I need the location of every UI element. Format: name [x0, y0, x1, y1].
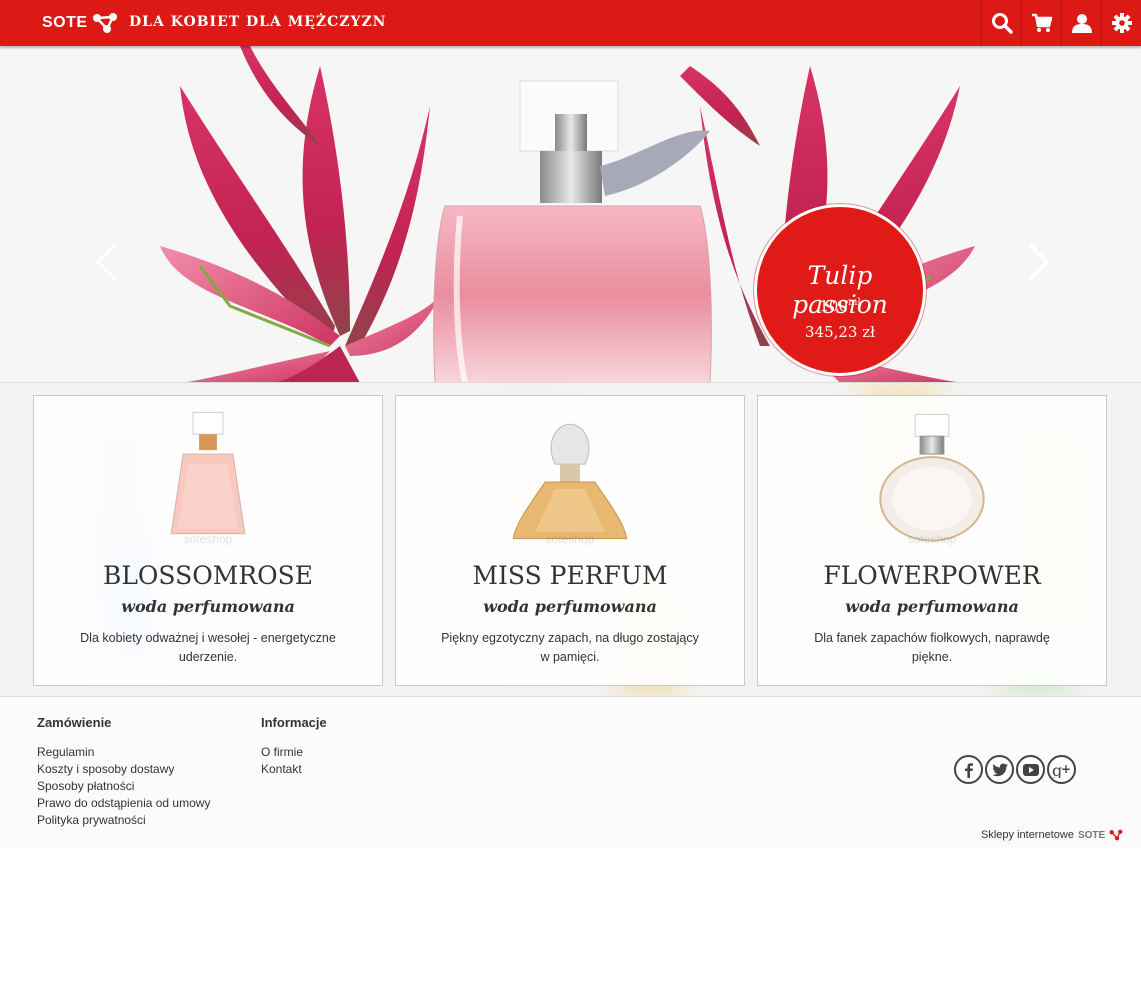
sote-mark-icon [1109, 829, 1123, 841]
product-name: FLOWERPOWER [823, 561, 1041, 590]
product-description: Piękny egzotyczny zapach, na długo zosta… [441, 631, 699, 664]
product-image [879, 413, 985, 542]
facebook-button[interactable] [954, 755, 983, 784]
product-subtitle: woda perfumowana [483, 597, 657, 616]
settings-button[interactable] [1101, 0, 1141, 46]
footer-heading: Zamówienie [37, 715, 112, 730]
logo-text: SOTE [42, 14, 88, 31]
youtube-button[interactable] [1016, 755, 1045, 784]
user-icon [1071, 14, 1092, 33]
nav-link-women[interactable]: DLA KOBIET [129, 14, 240, 30]
next-slide-button[interactable] [1025, 242, 1053, 282]
promo-badge[interactable]: Tulip passion 100ml 345,23 zł [754, 204, 926, 376]
prev-slide-button[interactable] [92, 242, 120, 282]
cart-button[interactable] [1021, 0, 1061, 46]
cart-icon [1031, 13, 1052, 32]
image-watermark: soteshop [545, 532, 595, 546]
promo-volume: 100ml [819, 297, 861, 315]
search-icon [991, 13, 1013, 34]
search-button[interactable] [981, 0, 1021, 46]
nav-link-men[interactable]: DLA MĘŻCZYZN [246, 14, 386, 30]
product-subtitle: woda perfumowana [845, 597, 1019, 616]
google-plus-icon: g + [1052, 762, 1071, 778]
logo-mark-icon [92, 13, 117, 33]
twitter-button[interactable] [985, 755, 1014, 784]
footer-column-order: Zamówienie Regulamin Koszty i sposoby do… [37, 715, 210, 829]
product-subtitle: woda perfumowana [121, 597, 295, 616]
footer-column-info: Informacje O firmie Kontakt [261, 715, 327, 778]
twitter-icon [991, 763, 1008, 776]
powered-by-logo: SOTE [1077, 829, 1106, 841]
image-watermark: soteshop [907, 532, 957, 546]
facebook-icon [964, 762, 973, 778]
product-name: MISS PERFUM [472, 561, 668, 590]
footer-link-about[interactable]: O firmie [261, 744, 327, 761]
svg-text:+: + [1061, 762, 1071, 776]
sote-logo[interactable]: SOTE [42, 11, 118, 35]
account-button[interactable] [1061, 0, 1101, 46]
hero-image [160, 46, 975, 383]
image-watermark: soteshop [183, 532, 233, 546]
product-image [170, 411, 246, 535]
product-card-blossomrose[interactable]: soteshop BLOSSOMROSE woda perfumowana Dl… [33, 395, 383, 686]
powered-by-text: Sklepy internetowe [981, 829, 1074, 841]
youtube-icon [1022, 763, 1039, 776]
product-card-miss-perfum[interactable]: soteshop MISS PERFUM woda perfumowana Pi… [395, 395, 745, 686]
google-plus-button[interactable]: g + [1047, 755, 1076, 784]
footer-link-terms[interactable]: Regulamin [37, 744, 210, 761]
top-navigation-bar: SOTE DLA KOBIET DLA MĘŻCZYZN [0, 0, 1141, 46]
product-image [512, 423, 628, 540]
header-icons [981, 0, 1141, 46]
product-name: BLOSSOMROSE [102, 561, 314, 590]
footer-heading: Informacje [261, 715, 327, 730]
footer-link-contact[interactable]: Kontakt [261, 761, 327, 778]
footer-link-payment[interactable]: Sposoby płatności [37, 778, 210, 795]
footer-link-privacy[interactable]: Polityka prywatności [37, 812, 210, 829]
product-card-flowerpower[interactable]: soteshop FLOWERPOWER woda perfumowana Dl… [757, 395, 1107, 686]
social-links: g + [954, 755, 1076, 784]
hero-slider: Tulip passion 100ml 345,23 zł [0, 46, 1141, 383]
footer-link-shipping[interactable]: Koszty i sposoby dostawy [37, 761, 210, 778]
powered-by-link[interactable]: Sklepy internetowe SOTE [981, 829, 1123, 841]
settings-icon [1111, 13, 1132, 33]
product-description: Dla fanek zapachów fiołkowych, naprawdę … [814, 631, 1050, 664]
product-description: Dla kobiety odważnej i wesołej - energet… [80, 631, 336, 664]
footer-link-withdrawal[interactable]: Prawo do odstąpienia od umowy [37, 795, 210, 812]
promo-price: 345,23 zł [804, 323, 876, 341]
footer: Zamówienie Regulamin Koszty i sposoby do… [0, 697, 1141, 847]
